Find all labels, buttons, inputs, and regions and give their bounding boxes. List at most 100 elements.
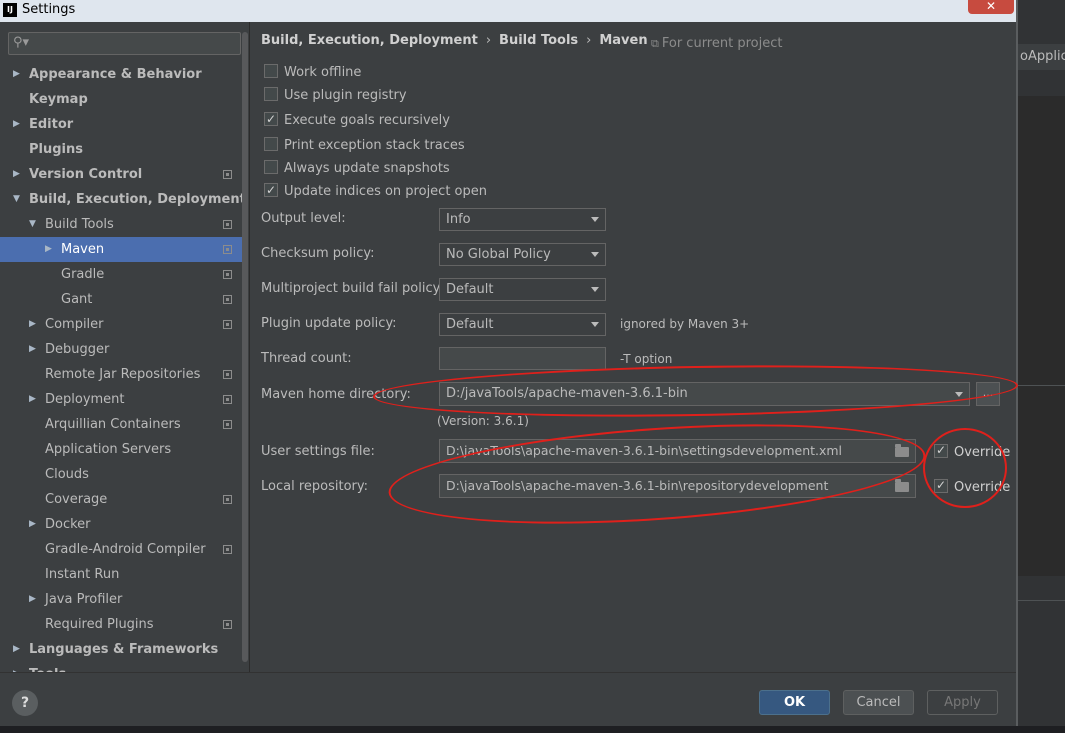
settings-search-input[interactable]: ⚲▾ xyxy=(8,32,241,55)
collapsed-arrow-icon[interactable]: ▶ xyxy=(13,62,20,87)
sidebar-item-label: Compiler xyxy=(45,317,104,332)
plugin-update-policy-select[interactable]: Default xyxy=(439,313,606,336)
user-settings-override[interactable]: Override xyxy=(934,444,1016,460)
work-offline-option[interactable]: Work offline xyxy=(264,64,361,82)
print-exception-stack-traces-option[interactable]: Print exception stack traces xyxy=(264,137,465,155)
update-indices-checkbox[interactable] xyxy=(264,182,278,198)
help-button[interactable]: ? xyxy=(12,690,38,716)
background-editor-area xyxy=(1018,96,1065,576)
apply-button[interactable]: Apply xyxy=(927,690,998,715)
collapsed-arrow-icon[interactable]: ▶ xyxy=(29,512,36,537)
collapsed-arrow-icon[interactable]: ▶ xyxy=(29,312,36,337)
sidebar-item-label: Languages & Frameworks xyxy=(29,642,219,657)
breadcrumb-separator: › xyxy=(485,33,492,48)
sidebar-item-application-servers[interactable]: Application Servers xyxy=(0,437,242,462)
collapsed-arrow-icon[interactable]: ▶ xyxy=(13,637,20,662)
checksum-policy-select[interactable]: No Global Policy xyxy=(439,243,606,266)
multiproject-fail-policy-select[interactable]: Default xyxy=(439,278,606,301)
maven-home-browse-button[interactable]: ... xyxy=(976,382,1000,406)
use-plugin-registry-option[interactable]: Use plugin registry xyxy=(264,87,407,105)
cancel-button[interactable]: Cancel xyxy=(843,690,914,715)
use-plugin-registry-checkbox[interactable] xyxy=(264,87,278,101)
sidebar-item-required-plugins[interactable]: Required Plugins xyxy=(0,612,242,637)
collapsed-arrow-icon[interactable]: ▶ xyxy=(13,112,20,137)
user-settings-input[interactable]: D:\javaTools\apache-maven-3.6.1-bin\sett… xyxy=(439,439,916,463)
sidebar-item-java-profiler[interactable]: ▶ Java Profiler xyxy=(0,587,242,612)
sidebar-item-remote-jar-repositories[interactable]: Remote Jar Repositories xyxy=(0,362,242,387)
thread-count-input[interactable] xyxy=(439,347,606,370)
sidebar-item-maven[interactable]: ▶ Maven xyxy=(0,237,242,262)
sidebar-item-label: Keymap xyxy=(29,92,88,107)
user-settings-override-checkbox[interactable] xyxy=(934,444,948,458)
work-offline-checkbox[interactable] xyxy=(264,64,278,78)
execute-goals-recursively-checkbox[interactable] xyxy=(264,111,278,127)
sidebar-item-keymap[interactable]: Keymap xyxy=(0,87,242,112)
sidebar-item-docker[interactable]: ▶ Docker xyxy=(0,512,242,537)
folder-icon[interactable] xyxy=(895,444,909,457)
sidebar-item-arquillian-containers[interactable]: Arquillian Containers xyxy=(0,412,242,437)
collapsed-arrow-icon[interactable]: ▶ xyxy=(29,387,36,412)
sidebar-item-clouds[interactable]: Clouds xyxy=(0,462,242,487)
sidebar-item-compiler[interactable]: ▶ Compiler xyxy=(0,312,242,337)
execute-goals-recursively-option[interactable]: Execute goals recursively xyxy=(264,111,450,130)
breadcrumb-build-execution-deployment[interactable]: Build, Execution, Deployment xyxy=(261,33,478,48)
sidebar-item-gradle[interactable]: Gradle xyxy=(0,262,242,287)
collapsed-arrow-icon[interactable]: ▶ xyxy=(13,662,20,672)
sidebar-item-gradle-android-compiler[interactable]: Gradle-Android Compiler xyxy=(0,537,242,562)
sidebar-item-debugger[interactable]: ▶ Debugger xyxy=(0,337,242,362)
project-level-icon xyxy=(223,395,232,404)
maven-home-select[interactable]: D:/javaTools/apache-maven-3.6.1-bin xyxy=(439,382,970,406)
close-window-button[interactable]: ✕ xyxy=(968,0,1014,14)
collapsed-arrow-icon[interactable]: ▶ xyxy=(45,237,52,262)
dialog-footer: ? OK Cancel Apply xyxy=(0,672,1016,726)
expanded-arrow-icon[interactable]: ▼ xyxy=(29,212,36,237)
collapsed-arrow-icon[interactable]: ▶ xyxy=(13,162,20,187)
breadcrumb-build-tools[interactable]: Build Tools xyxy=(499,33,578,48)
local-repository-input[interactable]: D:\javaTools\apache-maven-3.6.1-bin\repo… xyxy=(439,474,916,498)
folder-icon[interactable] xyxy=(895,479,909,492)
local-repository-override-checkbox[interactable] xyxy=(934,479,948,493)
settings-dialog: IJ Settings ✕ ⚲▾ ▶ Appearance & Behavior K… xyxy=(0,0,1018,726)
chevron-down-icon xyxy=(591,217,599,222)
collapsed-arrow-icon[interactable]: ▶ xyxy=(29,337,36,362)
execute-goals-recursively-label: Execute goals recursively xyxy=(284,113,450,128)
sidebar-item-deployment[interactable]: ▶ Deployment xyxy=(0,387,242,412)
breadcrumb-separator: › xyxy=(586,33,592,48)
background-taskbar xyxy=(0,726,1065,733)
collapsed-arrow-icon[interactable]: ▶ xyxy=(29,587,36,612)
update-indices-option[interactable]: Update indices on project open xyxy=(264,182,487,201)
intellij-app-icon: IJ xyxy=(3,3,17,17)
local-repository-override[interactable]: Override xyxy=(934,479,1016,495)
plugin-update-policy-hint: ignored by Maven 3+ xyxy=(620,317,750,331)
sidebar-item-appearance-behavior[interactable]: ▶ Appearance & Behavior xyxy=(0,62,242,87)
sidebar-item-tools[interactable]: ▶ Tools xyxy=(0,662,242,672)
always-update-snapshots-option[interactable]: Always update snapshots xyxy=(264,160,450,178)
maven-home-label: Maven home directory: xyxy=(261,387,411,402)
output-level-select[interactable]: Info xyxy=(439,208,606,231)
sidebar-item-label: Plugins xyxy=(29,142,83,157)
project-level-icon xyxy=(223,220,232,229)
project-level-icon xyxy=(223,420,232,429)
sidebar-item-gant[interactable]: Gant xyxy=(0,287,242,312)
sidebar-item-build-execution-deployment[interactable]: ▼ Build, Execution, Deployment xyxy=(0,187,246,212)
sidebar-item-plugins[interactable]: Plugins xyxy=(0,137,242,162)
ok-button[interactable]: OK xyxy=(759,690,830,715)
sidebar-item-version-control[interactable]: ▶ Version Control xyxy=(0,162,242,187)
sidebar-item-editor[interactable]: ▶ Editor xyxy=(0,112,242,137)
expanded-arrow-icon[interactable]: ▼ xyxy=(13,187,20,212)
sidebar-item-label: Editor xyxy=(29,117,74,132)
sidebar-item-build-tools[interactable]: ▼ Build Tools xyxy=(0,212,242,237)
sidebar-scrollbar[interactable] xyxy=(242,32,248,662)
sidebar-item-languages-frameworks[interactable]: ▶ Languages & Frameworks xyxy=(0,637,242,662)
sidebar-item-label: Clouds xyxy=(45,467,89,482)
sidebar-item-instant-run[interactable]: Instant Run xyxy=(0,562,242,587)
sidebar-item-label: Application Servers xyxy=(45,442,172,457)
print-exception-stack-traces-checkbox[interactable] xyxy=(264,137,278,151)
sidebar-item-coverage[interactable]: Coverage xyxy=(0,487,242,512)
multiproject-fail-policy-value: Default xyxy=(446,282,494,297)
always-update-snapshots-checkbox[interactable] xyxy=(264,160,278,174)
sidebar-item-label: Debugger xyxy=(45,342,110,357)
sidebar-item-label: Gradle xyxy=(61,267,105,282)
checksum-policy-label: Checksum policy: xyxy=(261,246,375,261)
project-level-icon xyxy=(223,495,232,504)
